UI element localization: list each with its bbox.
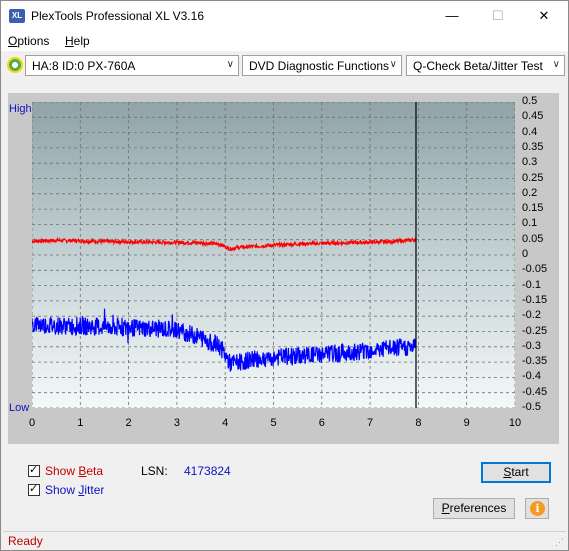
y-axis-low-label: Low (9, 402, 30, 414)
chevron-down-icon: ∨ (552, 59, 560, 70)
show-jitter-label[interactable]: Show Jitter (45, 483, 104, 497)
show-jitter-text-end: itter (84, 483, 105, 497)
y-tick-label: 0.3 (522, 156, 538, 169)
menu-bar: Options Help (1, 31, 568, 51)
resize-grip-icon[interactable]: ⋰ (555, 537, 564, 548)
beta-jitter-chart (32, 102, 515, 408)
x-tick-label: 1 (77, 417, 84, 429)
app-window: XL PlexTools Professional XL V3.16 — ☐ ✕… (0, 0, 569, 551)
status-text: Ready (8, 534, 43, 548)
test-select[interactable]: Q-Check Beta/Jitter Test ∨ (406, 55, 565, 76)
menu-options-accel: O (8, 34, 18, 48)
lsn-label: LSN: (141, 464, 168, 478)
y-axis-high-label: High (9, 103, 32, 115)
x-tick-label: 4 (222, 417, 229, 429)
x-tick-label: 8 (415, 417, 422, 429)
y-tick-label: -0.3 (522, 339, 541, 352)
show-beta-checkbox[interactable] (28, 463, 40, 477)
y-tick-label: -0.05 (522, 263, 548, 276)
chevron-down-icon: ∨ (389, 59, 397, 70)
show-beta-label[interactable]: Show Beta (45, 464, 103, 478)
y-tick-label: -0.1 (522, 278, 541, 291)
start-text-end: tart (511, 465, 529, 479)
title-bar: XL PlexTools Professional XL V3.16 — ☐ ✕ (1, 1, 568, 31)
menu-options-label: ptions (17, 34, 50, 48)
y-tick-label: 0.35 (522, 140, 544, 153)
x-tick-label: 7 (367, 417, 374, 429)
start-button[interactable]: Start (481, 462, 551, 483)
menu-help-accel: H (65, 34, 74, 48)
x-tick-label: 10 (508, 417, 522, 429)
x-tick-label: 5 (270, 417, 277, 429)
y-tick-label: 0.4 (522, 125, 538, 138)
x-tick-label: 9 (463, 417, 470, 429)
y-tick-label: 0.1 (522, 217, 538, 230)
x-tick-label: 2 (125, 417, 132, 429)
y-tick-label: 0.2 (522, 186, 538, 199)
y-tick-label: -0.4 (522, 370, 541, 383)
preferences-button[interactable]: Preferences (433, 498, 515, 519)
y-tick-label: -0.15 (522, 293, 548, 306)
show-jitter-text: Show (45, 483, 79, 497)
function-select[interactable]: DVD Diagnostic Functions ∨ (242, 55, 402, 76)
y-tick-label: -0.25 (522, 324, 548, 337)
info-button[interactable]: i (525, 498, 549, 519)
minimize-button[interactable]: — (429, 1, 475, 31)
y-tick-label: 0.5 (522, 95, 538, 107)
drive-select-value: HA:8 ID:0 PX-760A (32, 59, 136, 73)
y-tick-label: 0.05 (522, 232, 544, 245)
app-logo-icon: XL (9, 9, 25, 23)
show-beta-text-end: eta (86, 464, 104, 478)
prefs-accel: P (441, 501, 450, 515)
y-tick-label: 0.45 (522, 110, 544, 123)
y-tick-label: 0.15 (522, 202, 544, 215)
show-jitter-checkbox[interactable] (28, 482, 40, 496)
status-bar: Ready ⋰ (3, 531, 566, 550)
y-tick-label: -0.5 (522, 401, 541, 413)
chevron-down-icon: ∨ (226, 59, 234, 70)
menu-help[interactable]: Help (65, 34, 90, 48)
info-icon: i (530, 501, 545, 516)
close-button[interactable]: ✕ (521, 1, 567, 31)
disc-drive-icon (7, 57, 23, 73)
menu-options[interactable]: Options (8, 34, 49, 48)
drive-select[interactable]: HA:8 ID:0 PX-760A ∨ (25, 55, 239, 76)
show-beta-text: Show (45, 464, 79, 478)
function-select-value: DVD Diagnostic Functions (249, 59, 390, 73)
menu-help-label: elp (73, 34, 90, 48)
x-tick-label: 6 (318, 417, 325, 429)
prefs-text-end: references (449, 501, 507, 515)
y-tick-label: -0.45 (522, 385, 548, 398)
x-tick-label: 0 (28, 417, 36, 429)
window-title: PlexTools Professional XL V3.16 (31, 9, 204, 23)
y-tick-label: 0 (522, 248, 529, 260)
y-tick-label: -0.2 (522, 309, 541, 322)
y-tick-label: -0.35 (522, 355, 548, 368)
x-tick-label: 3 (173, 417, 180, 429)
lsn-value: 4173824 (184, 464, 231, 478)
maximize-button[interactable]: ☐ (475, 1, 521, 31)
test-select-value: Q-Check Beta/Jitter Test (413, 59, 543, 73)
y-tick-label: 0.25 (522, 171, 544, 184)
